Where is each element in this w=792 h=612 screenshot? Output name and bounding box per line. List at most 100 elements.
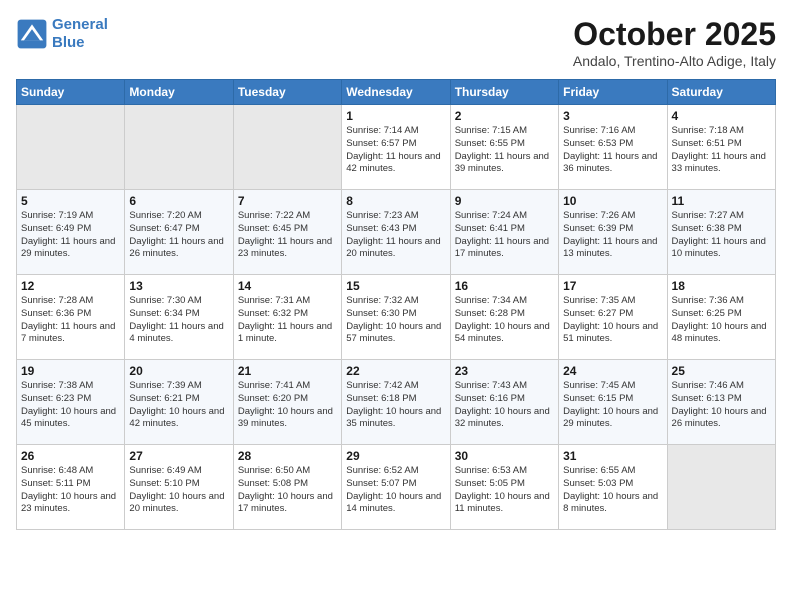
day-number: 3: [563, 109, 662, 123]
header: General Blue October 2025 Andalo, Trenti…: [16, 16, 776, 69]
day-cell: 27Sunrise: 6:49 AM Sunset: 5:10 PM Dayli…: [125, 445, 233, 530]
day-cell: 25 Sunrise: 7:46 AM Sunset: 6:13 PM Dayli…: [667, 360, 775, 445]
day-cell: 4 Sunrise: 7:18 AM Sunset: 6:51 PM Daylig…: [667, 105, 775, 190]
day-info: Sunrise: 7:45 AM Sunset: 6:15 PM Dayligh…: [563, 380, 662, 431]
day-number: 25: [672, 364, 771, 378]
weekday-header-friday: Friday: [559, 80, 667, 105]
day-number: 28: [238, 449, 337, 463]
day-info: Sunrise: 6:48 AM Sunset: 5:11 PM Dayligh…: [21, 465, 120, 516]
day-info: Sunrise: 7:26 AM Sunset: 6:39 PM Dayligh…: [563, 210, 662, 261]
day-cell: 29 Sunrise: 6:52 AM Sunset: 5:07 PM Dayli…: [342, 445, 450, 530]
day-cell: 18 Sunrise: 7:36 AM Sunset: 6:25 PM Dayli…: [667, 275, 775, 360]
day-number: 26: [21, 449, 120, 463]
day-info: Sunrise: 7:30 AM Sunset: 6:34 PM Dayligh…: [129, 295, 228, 346]
day-info: Sunrise: 7:32 AM Sunset: 6:30 PM Dayligh…: [346, 295, 445, 346]
day-info: Sunrise: 7:46 AM Sunset: 6:13 PM Dayligh…: [672, 380, 771, 431]
day-number: 4: [672, 109, 771, 123]
day-number: 31: [563, 449, 662, 463]
day-cell: 23 Sunrise: 7:43 AM Sunset: 6:16 PM Dayli…: [450, 360, 558, 445]
day-number: 13: [129, 279, 228, 293]
day-cell: 6Sunrise: 7:20 AM Sunset: 6:47 PM Daylig…: [125, 190, 233, 275]
month-title: October 2025: [573, 16, 776, 53]
day-number: 15: [346, 279, 445, 293]
day-cell: [17, 105, 125, 190]
day-cell: 12Sunrise: 7:28 AM Sunset: 6:36 PM Dayli…: [17, 275, 125, 360]
day-number: 30: [455, 449, 554, 463]
day-info: Sunrise: 7:23 AM Sunset: 6:43 PM Dayligh…: [346, 210, 445, 261]
weekday-header-sunday: Sunday: [17, 80, 125, 105]
day-cell: 11 Sunrise: 7:27 AM Sunset: 6:38 PM Dayli…: [667, 190, 775, 275]
week-row-2: 5Sunrise: 7:19 AM Sunset: 6:49 PM Daylig…: [17, 190, 776, 275]
day-cell: 20 Sunrise: 7:39 AM Sunset: 6:21 PM Dayli…: [125, 360, 233, 445]
day-number: 21: [238, 364, 337, 378]
day-number: 22: [346, 364, 445, 378]
day-info: Sunrise: 6:55 AM Sunset: 5:03 PM Dayligh…: [563, 465, 662, 516]
day-cell: 24 Sunrise: 7:45 AM Sunset: 6:15 PM Dayli…: [559, 360, 667, 445]
day-cell: 8 Sunrise: 7:23 AM Sunset: 6:43 PM Daylig…: [342, 190, 450, 275]
location-title: Andalo, Trentino-Alto Adige, Italy: [573, 53, 776, 69]
day-number: 16: [455, 279, 554, 293]
day-number: 1: [346, 109, 445, 123]
calendar-table: SundayMondayTuesdayWednesdayThursdayFrid…: [16, 79, 776, 530]
day-info: Sunrise: 7:36 AM Sunset: 6:25 PM Dayligh…: [672, 295, 771, 346]
day-info: Sunrise: 6:49 AM Sunset: 5:10 PM Dayligh…: [129, 465, 228, 516]
day-cell: 16 Sunrise: 7:34 AM Sunset: 6:28 PM Dayli…: [450, 275, 558, 360]
day-number: 5: [21, 194, 120, 208]
day-info: Sunrise: 7:18 AM Sunset: 6:51 PM Dayligh…: [672, 125, 771, 176]
day-info: Sunrise: 6:50 AM Sunset: 5:08 PM Dayligh…: [238, 465, 337, 516]
weekday-header-monday: Monday: [125, 80, 233, 105]
weekday-header-wednesday: Wednesday: [342, 80, 450, 105]
day-cell: 3 Sunrise: 7:16 AM Sunset: 6:53 PM Daylig…: [559, 105, 667, 190]
day-info: Sunrise: 7:42 AM Sunset: 6:18 PM Dayligh…: [346, 380, 445, 431]
day-cell: 7Sunrise: 7:22 AM Sunset: 6:45 PM Daylig…: [233, 190, 341, 275]
day-number: 24: [563, 364, 662, 378]
day-info: Sunrise: 7:16 AM Sunset: 6:53 PM Dayligh…: [563, 125, 662, 176]
day-cell: [233, 105, 341, 190]
day-cell: 5Sunrise: 7:19 AM Sunset: 6:49 PM Daylig…: [17, 190, 125, 275]
logo-text: General Blue: [52, 16, 108, 52]
day-info: Sunrise: 7:15 AM Sunset: 6:55 PM Dayligh…: [455, 125, 554, 176]
day-cell: 1 Sunrise: 7:14 AM Sunset: 6:57 PM Daylig…: [342, 105, 450, 190]
day-cell: 22 Sunrise: 7:42 AM Sunset: 6:18 PM Dayli…: [342, 360, 450, 445]
day-info: Sunrise: 7:24 AM Sunset: 6:41 PM Dayligh…: [455, 210, 554, 261]
day-number: 23: [455, 364, 554, 378]
day-cell: 9 Sunrise: 7:24 AM Sunset: 6:41 PM Daylig…: [450, 190, 558, 275]
day-number: 7: [238, 194, 337, 208]
day-cell: 26 Sunrise: 6:48 AM Sunset: 5:11 PM Dayli…: [17, 445, 125, 530]
day-cell: 31 Sunrise: 6:55 AM Sunset: 5:03 PM Dayli…: [559, 445, 667, 530]
day-number: 2: [455, 109, 554, 123]
day-info: Sunrise: 7:35 AM Sunset: 6:27 PM Dayligh…: [563, 295, 662, 346]
weekday-header-saturday: Saturday: [667, 80, 775, 105]
day-info: Sunrise: 6:52 AM Sunset: 5:07 PM Dayligh…: [346, 465, 445, 516]
weekday-header-thursday: Thursday: [450, 80, 558, 105]
day-cell: 28 Sunrise: 6:50 AM Sunset: 5:08 PM Dayli…: [233, 445, 341, 530]
day-number: 18: [672, 279, 771, 293]
day-number: 19: [21, 364, 120, 378]
day-number: 17: [563, 279, 662, 293]
title-area: October 2025 Andalo, Trentino-Alto Adige…: [573, 16, 776, 69]
day-number: 8: [346, 194, 445, 208]
day-info: Sunrise: 7:39 AM Sunset: 6:21 PM Dayligh…: [129, 380, 228, 431]
day-info: Sunrise: 7:31 AM Sunset: 6:32 PM Dayligh…: [238, 295, 337, 346]
day-number: 14: [238, 279, 337, 293]
day-info: Sunrise: 7:27 AM Sunset: 6:38 PM Dayligh…: [672, 210, 771, 261]
day-info: Sunrise: 7:14 AM Sunset: 6:57 PM Dayligh…: [346, 125, 445, 176]
day-number: 11: [672, 194, 771, 208]
day-cell: 13 Sunrise: 7:30 AM Sunset: 6:34 PM Dayli…: [125, 275, 233, 360]
day-number: 9: [455, 194, 554, 208]
weekday-header-tuesday: Tuesday: [233, 80, 341, 105]
day-info: Sunrise: 7:34 AM Sunset: 6:28 PM Dayligh…: [455, 295, 554, 346]
day-number: 6: [129, 194, 228, 208]
week-row-1: 1 Sunrise: 7:14 AM Sunset: 6:57 PM Daylig…: [17, 105, 776, 190]
day-cell: 19Sunrise: 7:38 AM Sunset: 6:23 PM Dayli…: [17, 360, 125, 445]
day-cell: 15 Sunrise: 7:32 AM Sunset: 6:30 PM Dayli…: [342, 275, 450, 360]
day-cell: 14 Sunrise: 7:31 AM Sunset: 6:32 PM Dayli…: [233, 275, 341, 360]
day-info: Sunrise: 7:43 AM Sunset: 6:16 PM Dayligh…: [455, 380, 554, 431]
day-info: Sunrise: 7:28 AM Sunset: 6:36 PM Dayligh…: [21, 295, 120, 346]
day-number: 29: [346, 449, 445, 463]
day-cell: 21 Sunrise: 7:41 AM Sunset: 6:20 PM Dayli…: [233, 360, 341, 445]
day-cell: 17 Sunrise: 7:35 AM Sunset: 6:27 PM Dayli…: [559, 275, 667, 360]
logo: General Blue: [16, 16, 108, 52]
day-number: 20: [129, 364, 228, 378]
day-info: Sunrise: 7:41 AM Sunset: 6:20 PM Dayligh…: [238, 380, 337, 431]
